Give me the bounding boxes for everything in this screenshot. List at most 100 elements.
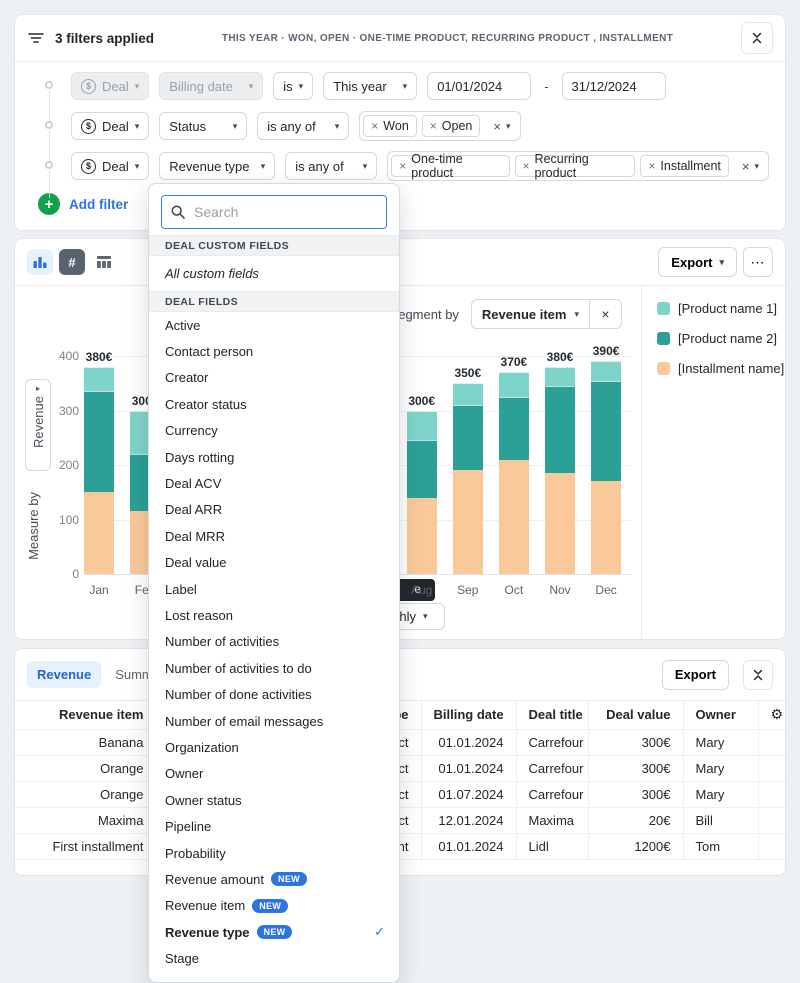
bar-segment[interactable] — [591, 381, 621, 482]
dropdown-list: DEAL CUSTOM FIELDSAll custom fieldsDEAL … — [149, 235, 399, 972]
dropdown-item-owner-status[interactable]: Owner status — [149, 787, 399, 813]
chevron-down-icon[interactable]: ▾ — [754, 161, 759, 172]
bar-segment[interactable] — [591, 361, 621, 380]
field-select[interactable]: Billing date ▾ — [159, 72, 263, 100]
entity-select[interactable]: $ Deal ▾ — [71, 152, 149, 180]
field-select[interactable]: Status ▾ — [159, 112, 247, 140]
remove-chip-icon[interactable]: × — [371, 119, 378, 133]
period-select[interactable]: This year ▾ — [323, 72, 417, 100]
bar-segment[interactable] — [545, 473, 575, 574]
dropdown-item-revenue-type[interactable]: Revenue typeNEW✓ — [149, 919, 399, 945]
value-chip[interactable]: × Open — [422, 115, 481, 137]
dropdown-item-deal-value[interactable]: Deal value — [149, 550, 399, 576]
bar-segment[interactable] — [453, 470, 483, 574]
bar-segment[interactable] — [453, 405, 483, 470]
dropdown-item-revenue-amount[interactable]: Revenue amountNEW — [149, 866, 399, 892]
export-chart-button[interactable]: Export ▾ — [658, 247, 737, 277]
remove-chip-icon[interactable]: × — [648, 159, 655, 173]
chevron-down-icon[interactable]: ▾ — [506, 121, 511, 132]
dropdown-item-label: Number of email messages — [165, 714, 323, 729]
legend-label: [Installment name] — [678, 361, 784, 376]
clear-values-icon[interactable]: × — [493, 119, 501, 134]
legend-item[interactable]: [Product name 1] — [657, 298, 786, 318]
bar-segment[interactable] — [545, 367, 575, 386]
date-from-input[interactable] — [427, 72, 531, 100]
bar-segment[interactable] — [499, 372, 529, 397]
table-row: OrangeRecurring product01.01.2024Carrefo… — [15, 755, 786, 781]
values-multiselect[interactable]: × Won × Open × ▾ — [359, 111, 520, 141]
values-multiselect[interactable]: × One-time product × Recurring product ×… — [387, 151, 769, 181]
more-options-button[interactable]: ⋯ — [743, 247, 773, 277]
entity-select[interactable]: $ Deal ▾ — [71, 112, 149, 140]
chevron-down-icon: ▾ — [135, 161, 140, 172]
entity-select[interactable]: $ Deal ▾ — [71, 72, 149, 100]
bar-segment[interactable] — [84, 391, 114, 492]
dropdown-item-label: Revenue type — [165, 925, 250, 940]
dropdown-item-revenue-item[interactable]: Revenue itemNEW — [149, 893, 399, 919]
dropdown-item-contact-person[interactable]: Contact person — [149, 338, 399, 364]
dropdown-item-number-of-activities-to-do[interactable]: Number of activities to do — [149, 655, 399, 681]
operator-select[interactable]: is ▾ — [273, 72, 313, 100]
dropdown-item-number-of-done-activities[interactable]: Number of done activities — [149, 681, 399, 707]
dropdown-item-creator[interactable]: Creator — [149, 365, 399, 391]
clear-values-icon[interactable]: × — [742, 159, 750, 174]
remove-segment-button[interactable]: × — [589, 300, 621, 328]
table-cell: Mary — [683, 781, 758, 807]
remove-chip-icon[interactable]: × — [430, 119, 437, 133]
dropdown-item-deal-arr[interactable]: Deal ARR — [149, 497, 399, 523]
legend-item[interactable]: [Product name 2] — [657, 328, 786, 348]
bar-segment[interactable] — [499, 460, 529, 574]
operator-select[interactable]: is any of ▾ — [257, 112, 349, 140]
dropdown-item-number-of-email-messages[interactable]: Number of email messages — [149, 708, 399, 734]
bar-segment[interactable] — [407, 440, 437, 497]
column-settings-gear-icon[interactable]: ⚙ — [758, 701, 786, 729]
remove-chip-icon[interactable]: × — [523, 159, 530, 173]
dropdown-item-label[interactable]: Label — [149, 576, 399, 602]
dropdown-item-all-custom-fields[interactable]: All custom fields — [149, 256, 399, 291]
bar-segment[interactable] — [499, 397, 529, 460]
filter-row-status: $ Deal ▾ Status ▾ is any of ▾ × Won × Op… — [71, 112, 769, 140]
value-chip[interactable]: × Won — [363, 115, 417, 137]
bar-segment[interactable] — [591, 481, 621, 574]
dropdown-item-owner[interactable]: Owner — [149, 761, 399, 787]
value-chip[interactable]: × Installment — [640, 155, 728, 177]
dropdown-item-deal-acv[interactable]: Deal ACV — [149, 470, 399, 496]
remove-chip-icon[interactable]: × — [399, 159, 406, 173]
bar-chart-view-button[interactable] — [27, 249, 53, 275]
export-table-button[interactable]: Export — [662, 660, 729, 690]
date-to-input[interactable] — [562, 72, 666, 100]
dropdown-item-lost-reason[interactable]: Lost reason — [149, 602, 399, 628]
value-chip[interactable]: × Recurring product — [515, 155, 636, 177]
table-cell: Maxima — [15, 807, 156, 833]
dropdown-item-probability[interactable]: Probability — [149, 840, 399, 866]
tab-revenue[interactable]: Revenue — [27, 661, 101, 688]
bar-segment[interactable] — [545, 386, 575, 473]
search-input[interactable] — [161, 195, 387, 229]
collapse-table-button[interactable] — [743, 660, 773, 690]
bar-segment[interactable] — [407, 498, 437, 574]
filter-rail-line — [49, 86, 50, 198]
field-select[interactable]: Revenue type ▾ — [159, 152, 275, 180]
bar-segment[interactable] — [84, 367, 114, 392]
bar-segment[interactable] — [453, 383, 483, 405]
table-view-button[interactable] — [91, 249, 117, 275]
bar-segment[interactable] — [407, 411, 437, 441]
legend-item[interactable]: [Installment name] — [657, 358, 786, 378]
collapse-filters-button[interactable] — [741, 22, 773, 54]
dropdown-item-creator-status[interactable]: Creator status — [149, 391, 399, 417]
dropdown-item-active[interactable]: Active — [149, 312, 399, 338]
dropdown-item-deal-mrr[interactable]: Deal MRR — [149, 523, 399, 549]
dropdown-item-currency[interactable]: Currency — [149, 418, 399, 444]
legend-label: [Product name 2] — [678, 331, 777, 346]
segment-by-select[interactable]: Revenue item ▾ — [472, 300, 589, 328]
dropdown-item-label: Creator status — [165, 397, 247, 412]
value-chip[interactable]: × One-time product — [391, 155, 509, 177]
dropdown-item-number-of-activities[interactable]: Number of activities — [149, 629, 399, 655]
dropdown-item-label: Label — [165, 582, 197, 597]
operator-select[interactable]: is any of ▾ — [285, 152, 377, 180]
number-view-button[interactable]: # — [59, 249, 85, 275]
dropdown-item-organization[interactable]: Organization — [149, 734, 399, 760]
dropdown-item-pipeline[interactable]: Pipeline — [149, 813, 399, 839]
bar-segment[interactable] — [84, 492, 114, 574]
dropdown-item-days-rotting[interactable]: Days rotting — [149, 444, 399, 470]
